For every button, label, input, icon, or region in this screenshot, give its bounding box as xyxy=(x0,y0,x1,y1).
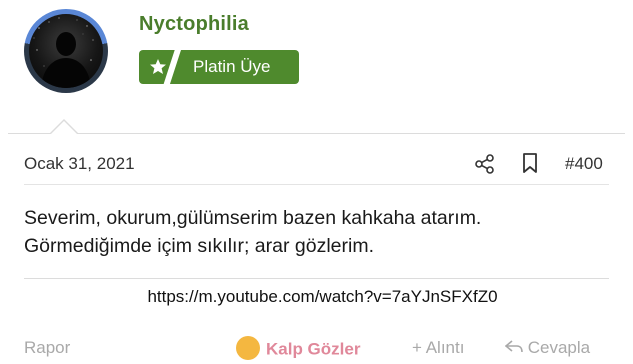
heart-eyes-icon xyxy=(236,336,260,360)
reaction-label: Kalp Gözler xyxy=(266,339,361,359)
youtube-link[interactable]: https://m.youtube.com/watch?v=7aYJnSFXfZ… xyxy=(0,287,633,307)
rank-badge: Platin Üye xyxy=(139,50,299,84)
avatar-image xyxy=(29,14,103,88)
bookmark-icon[interactable] xyxy=(520,152,540,174)
share-icon[interactable] xyxy=(474,153,496,175)
post-date[interactable]: Ocak 31, 2021 xyxy=(24,154,135,174)
body-divider xyxy=(24,278,609,279)
reply-icon xyxy=(504,339,523,352)
meta-divider xyxy=(24,184,609,185)
star-badge-icon xyxy=(150,59,166,74)
avatar[interactable] xyxy=(24,9,108,93)
avatar-silhouette-icon xyxy=(33,17,98,88)
username[interactable]: Nyctophilia xyxy=(139,13,249,36)
post-body-line: Severim, okurum,gülümserim bazen kahkaha… xyxy=(24,207,482,229)
reply-button[interactable]: Cevapla xyxy=(504,338,591,358)
post-body-line: Görmediğimde içim sıkılır; arar gözlerim… xyxy=(24,235,374,257)
reaction-button[interactable]: Kalp Gözler xyxy=(236,336,361,362)
post-header: Nyctophilia Platin Üye xyxy=(0,0,633,135)
header-divider xyxy=(8,133,625,134)
report-button[interactable]: Rapor xyxy=(24,338,70,358)
rank-label: Platin Üye xyxy=(193,57,271,76)
reply-label: Cevapla xyxy=(527,338,591,357)
quote-button[interactable]: + Alıntı xyxy=(412,338,464,358)
post-number-link[interactable]: #400 xyxy=(565,154,603,174)
post-actions: Rapor Kalp Gözler + Alıntı Cevapla xyxy=(0,334,633,364)
avatar-pointer-fill xyxy=(51,121,77,134)
post-body: Severim, okurum,gülümserim bazen kahkaha… xyxy=(24,204,614,260)
post-meta: Ocak 31, 2021 #400 xyxy=(0,145,633,185)
